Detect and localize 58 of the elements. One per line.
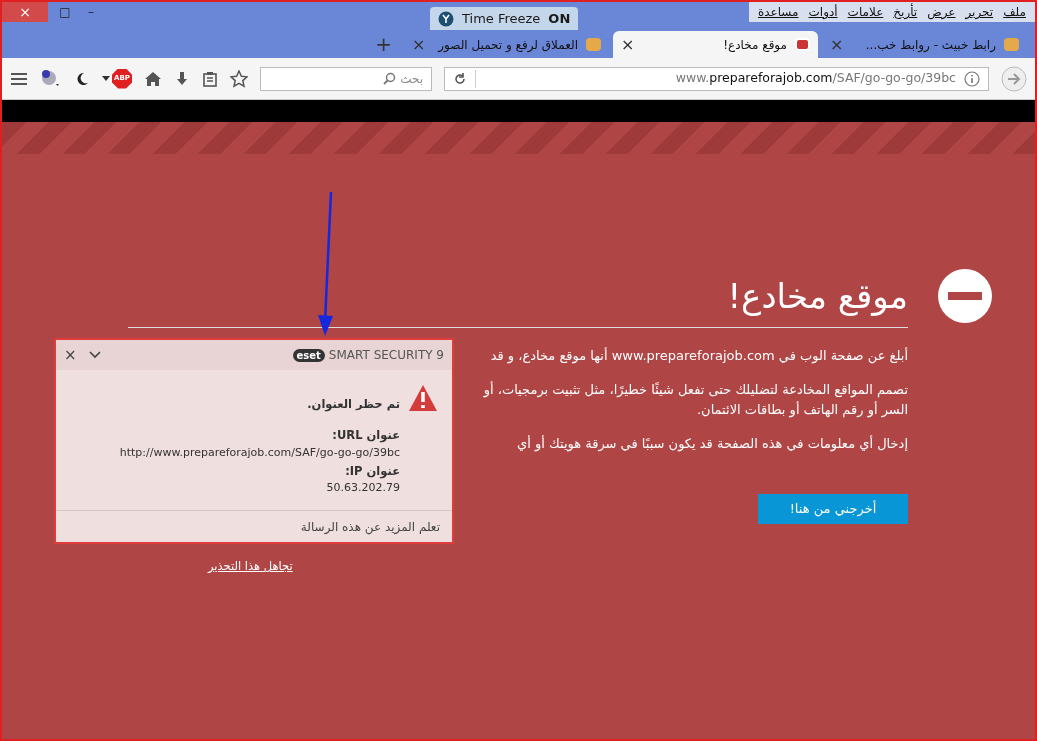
star-icon[interactable] — [230, 69, 248, 88]
tab-title: العملاق لرفع و تحميل الصور — [436, 36, 578, 54]
ip-address: 50.63.202.79 — [325, 480, 400, 497]
menu-item[interactable]: مساعدة — [752, 3, 804, 21]
moon-face-icon[interactable] — [40, 68, 62, 89]
warning-text-line: إدخال أي معلومات في هذه الصفحة قد يكون سببًا في سرقة هويتك أو أي — [517, 434, 908, 454]
blocked-url: http://www.prepareforajob.com/SAF/go-go-go/39bc — [119, 444, 400, 461]
favicon-icon — [795, 38, 810, 51]
tab-close-button[interactable]: × — [412, 32, 426, 57]
time-freeze-label: Time Freeze — [462, 9, 541, 28]
url-text: www.prepareforajob.com/SAF/go-go-go/39bc — [674, 69, 956, 88]
browser-tab[interactable]: رابط خبيث - روابط خب... × — [822, 31, 1027, 58]
menu-icon[interactable] — [10, 71, 28, 86]
page-title: موقع مخادع! — [727, 275, 908, 318]
warning-text-line: السر أو رقم الهاتف أو بطاقات الائتمان. — [696, 400, 908, 420]
warning-text-line: أبلغ عن صفحة الوب في www.prepareforajob.com أنها موقع مخادع، و قد — [490, 346, 908, 366]
address-bar[interactable]: www.prepareforajob.com/SAF/go-go-go/39bc — [444, 66, 989, 91]
blocked-message: تم حظر العنوان. — [306, 396, 400, 414]
search-icon — [383, 72, 397, 85]
download-icon[interactable] — [174, 70, 190, 87]
learn-more-link[interactable]: تعلم المزيد عن هذه الرسالة — [300, 517, 440, 536]
minimize-button[interactable]: – — [80, 2, 102, 22]
reload-icon[interactable] — [453, 71, 467, 86]
clipboard-icon[interactable] — [202, 70, 218, 87]
browser-tab[interactable]: موقع مخادع! × — [613, 31, 818, 58]
product-name: SMART SECURITY 9 — [328, 347, 444, 364]
menu-item[interactable]: ملف — [998, 3, 1031, 21]
restore-button[interactable]: □ — [54, 2, 76, 22]
tab-close-button[interactable]: × — [621, 32, 635, 57]
time-freeze-state: ON — [548, 9, 571, 28]
blocked-icon — [938, 269, 992, 323]
time-freeze-badge[interactable]: Time Freeze ON — [430, 7, 579, 30]
ip-label: عنوان IP: — [344, 463, 400, 481]
close-button[interactable]: × — [64, 343, 77, 367]
ignore-warning-link[interactable]: تجاهل هذا التحذير — [208, 558, 293, 576]
tab-title: موقع مخادع! — [722, 36, 787, 54]
menu-item[interactable]: تحرير — [960, 3, 999, 21]
favicon-icon — [1004, 38, 1019, 51]
browser-tab[interactable]: العملاق لرفع و تحميل الصور × — [404, 31, 609, 58]
info-icon[interactable] — [964, 70, 980, 87]
menu-item[interactable]: أدوات — [803, 3, 843, 21]
close-button[interactable]: × — [2, 2, 48, 22]
new-tab-button[interactable]: + — [367, 31, 400, 58]
forward-icon[interactable] — [1001, 65, 1027, 92]
menu-item[interactable]: علامات — [842, 3, 889, 21]
chevron-down-icon[interactable] — [88, 351, 101, 359]
menu-item[interactable]: تأريخ — [888, 3, 923, 21]
url-label: عنوان URL: — [331, 427, 400, 445]
home-icon[interactable] — [144, 70, 162, 87]
caret-icon[interactable] — [102, 75, 110, 82]
tab-close-button[interactable]: × — [830, 32, 844, 57]
warning-icon — [408, 384, 438, 412]
warning-text-line: تصمم المواقع المخادعة لتضليلك حتى تفعل شيئًا خطيرًا، مثل تثبيت برمجيات، أو — [483, 380, 908, 400]
search-field[interactable]: بحث — [260, 66, 432, 91]
menu-item[interactable]: عرض — [922, 3, 961, 21]
favicon-icon — [586, 38, 601, 51]
tab-title: رابط خبيث - روابط خب... — [864, 36, 996, 54]
eset-logo: eset — [292, 348, 325, 362]
